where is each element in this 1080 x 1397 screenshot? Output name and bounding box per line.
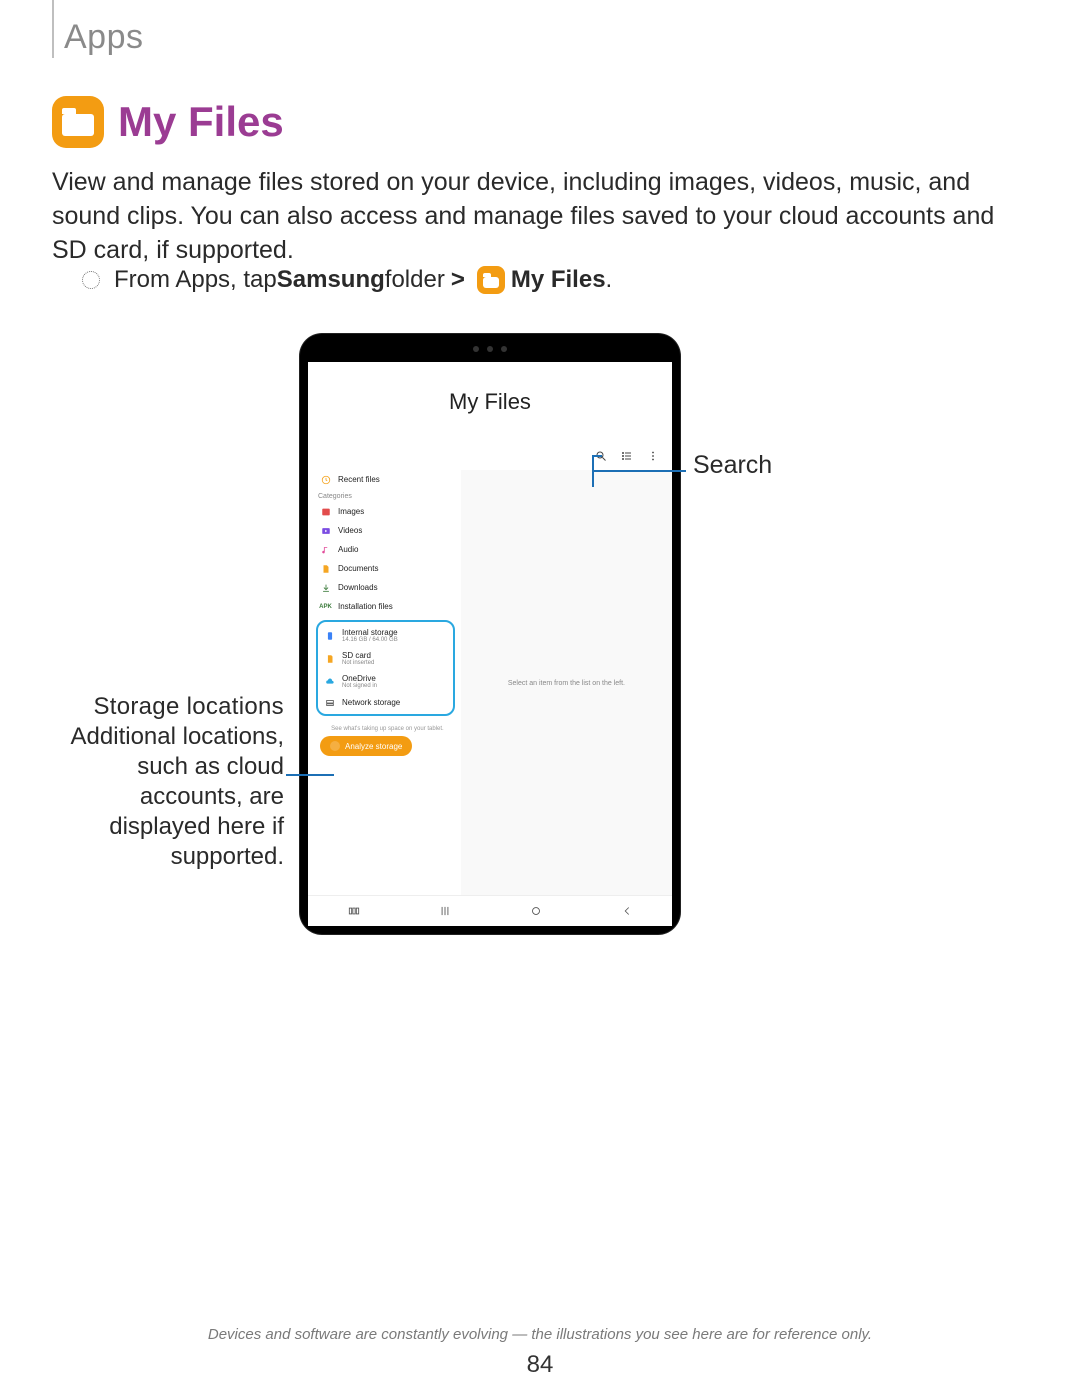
list-item[interactable]: OneDrive Not signed in (318, 670, 453, 693)
analyze-caption: See what's taking up space on your table… (320, 726, 455, 732)
analyze-icon (330, 741, 340, 751)
storage-label: Internal storage (342, 628, 398, 637)
list-item[interactable]: APK Installation files (314, 597, 461, 616)
bullet-icon (82, 271, 100, 289)
storage-sub: Not signed in (342, 683, 377, 689)
leader-line (592, 457, 594, 487)
section-title-row: My Files (52, 96, 284, 148)
instruction-prefix: From Apps, tap (114, 266, 277, 294)
recents-nav-icon[interactable] (346, 903, 362, 919)
instruction-myfiles: My Files (511, 266, 606, 294)
analyze-storage-button[interactable]: Analyze storage (320, 736, 412, 756)
callout-storage-head: Storage locations (62, 692, 284, 722)
breadcrumb: Apps (64, 18, 144, 57)
storage-sub: 14.16 GB / 64.00 GB (342, 637, 398, 643)
callout-storage: Storage locations Additional locations, … (62, 692, 284, 872)
left-panel: Recent files Categories Images (308, 470, 461, 896)
categories-header: Categories (314, 489, 461, 502)
instruction-suffix: . (606, 266, 613, 294)
list-item[interactable]: Downloads (314, 578, 461, 597)
network-icon (324, 697, 335, 708)
internal-storage-icon (324, 630, 335, 641)
footer-note: Devices and software are constantly evol… (0, 1326, 1080, 1343)
tablet-illustration: My Files (300, 334, 680, 934)
leader-line (286, 774, 334, 776)
document-icon (320, 563, 331, 574)
category-label: Installation files (338, 602, 393, 611)
audio-icon (320, 544, 331, 555)
header-divider (52, 0, 54, 58)
page-number: 84 (0, 1351, 1080, 1379)
back-nav-icon[interactable] (619, 903, 635, 919)
list-view-icon[interactable] (620, 449, 634, 463)
list-item[interactable]: Videos (314, 521, 461, 540)
navigation-instruction: From Apps, tap Samsung folder > My Files… (82, 266, 612, 294)
recent-files-row[interactable]: Recent files (314, 470, 461, 489)
analyze-label: Analyze storage (345, 742, 402, 751)
download-icon (320, 582, 331, 593)
my-files-inline-icon (477, 266, 505, 294)
category-label: Images (338, 507, 364, 516)
section-title: My Files (118, 98, 284, 146)
section-description: View and manage files stored on your dev… (52, 166, 1028, 267)
instruction-samsung: Samsung (277, 266, 385, 294)
list-item[interactable]: Images (314, 502, 461, 521)
recents2-nav-icon[interactable] (437, 903, 453, 919)
toolbar (308, 442, 672, 470)
category-label: Audio (338, 545, 358, 554)
right-panel: Select an item from the list on the left… (461, 470, 672, 896)
home-nav-icon[interactable] (528, 903, 544, 919)
empty-state-text: Select an item from the list on the left… (508, 680, 625, 687)
list-item[interactable]: Audio (314, 540, 461, 559)
sd-card-icon (324, 653, 335, 664)
instruction-mid: folder (385, 266, 445, 294)
list-item[interactable]: SD card Not inserted (318, 647, 453, 670)
storage-label: OneDrive (342, 674, 377, 683)
callout-storage-body: Additional locations, such as cloud acco… (62, 722, 284, 872)
category-label: Videos (338, 526, 362, 535)
storage-sub: Not inserted (342, 660, 374, 666)
apk-icon: APK (320, 601, 331, 612)
leader-line (594, 470, 686, 472)
list-item[interactable]: Internal storage 14.16 GB / 64.00 GB (318, 624, 453, 647)
clock-icon (320, 474, 331, 485)
navigation-bar (308, 895, 672, 926)
image-icon (320, 506, 331, 517)
video-icon (320, 525, 331, 536)
app-title: My Files (308, 362, 672, 442)
onedrive-icon (324, 676, 335, 687)
category-label: Documents (338, 564, 378, 573)
list-item[interactable]: Documents (314, 559, 461, 578)
storage-locations-group: Internal storage 14.16 GB / 64.00 GB SD … (316, 620, 455, 716)
storage-label: SD card (342, 651, 374, 660)
recent-files-label: Recent files (338, 475, 380, 484)
more-icon[interactable] (646, 449, 660, 463)
chevron-icon: > (451, 266, 465, 294)
callout-search: Search (693, 451, 772, 480)
list-item[interactable]: Network storage (318, 693, 453, 712)
storage-label: Network storage (342, 698, 400, 707)
my-files-app-icon (52, 96, 104, 148)
category-label: Downloads (338, 583, 378, 592)
